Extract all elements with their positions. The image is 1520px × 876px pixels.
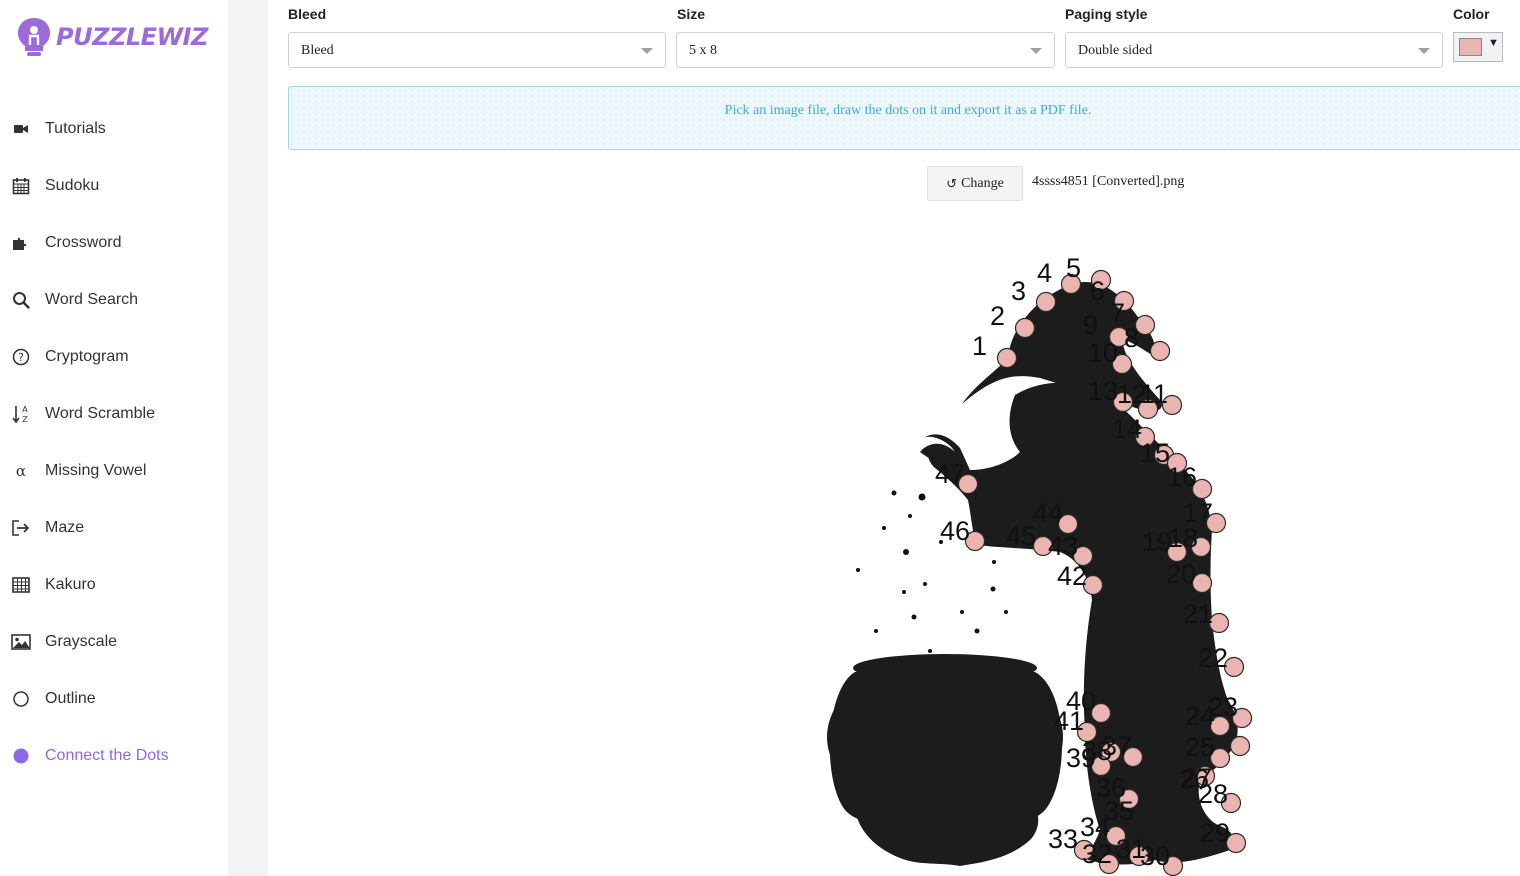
puzzle-dot-number: 18 [1168, 523, 1198, 553]
puzzle-dot-number: 25 [1185, 732, 1215, 762]
puzzle-dot-number: 12 [1117, 379, 1147, 409]
puzzle-dot-number: 45 [1006, 521, 1036, 551]
puzzle-dot-number: 3 [1011, 276, 1026, 306]
puzzle-dot[interactable] [1014, 317, 1036, 339]
puzzle-dot-number: 10 [1088, 338, 1118, 368]
puzzle-dot-number: 13 [1088, 376, 1118, 406]
puzzle-dot-number: 19 [1142, 527, 1172, 557]
connect-the-dots-canvas[interactable]: 1234 567891011121314151617181920212223242… [0, 0, 1520, 876]
puzzle-dot-number: 33 [1048, 824, 1078, 854]
puzzle-dot-number: 44 [1033, 498, 1063, 528]
puzzle-dot-number: 41 [1054, 706, 1084, 736]
puzzle-dot[interactable] [1035, 291, 1057, 313]
puzzle-dot-number: 15 [1140, 438, 1170, 468]
puzzle-dot-number: 16 [1167, 462, 1197, 492]
puzzle-dot-number: 14 [1112, 414, 1142, 444]
puzzle-dot-number: 2 [990, 301, 1005, 331]
puzzle-dot-number: 20 [1166, 559, 1196, 589]
puzzle-dot-number: 28 [1198, 779, 1228, 809]
puzzle-dot-number: 43 [1048, 531, 1078, 561]
puzzle-dot-number: 36 [1096, 773, 1126, 803]
puzzle-dot[interactable] [1149, 340, 1171, 362]
puzzle-dot-number: 39 [1066, 743, 1096, 773]
puzzle-dot-number: 9 [1083, 310, 1098, 340]
puzzle-dot-number: 4 [1037, 258, 1052, 288]
puzzle-dot-number: 22 [1198, 643, 1228, 673]
puzzle-dot[interactable] [1229, 735, 1251, 757]
puzzle-dot-number: 47 [935, 459, 965, 489]
puzzle-dot-number: 24 [1185, 701, 1215, 731]
puzzle-dot-number: 32 [1082, 839, 1112, 869]
puzzle-dot-number: 8 [1124, 323, 1139, 353]
puzzle-dot-number: 5 [1066, 253, 1081, 283]
puzzle-dot-number: 1 [972, 331, 987, 361]
puzzle-dot-number: 7 [1110, 298, 1125, 328]
puzzle-dot-number: 21 [1183, 599, 1213, 629]
puzzle-dot-number: 46 [940, 516, 970, 546]
puzzle-dot-number: 31 [1116, 834, 1146, 864]
puzzle-dot-number: 42 [1057, 561, 1087, 591]
puzzle-dot-number: 6 [1090, 276, 1105, 306]
puzzle-dot[interactable] [996, 347, 1018, 369]
puzzle-dot-number: 29 [1200, 818, 1230, 848]
